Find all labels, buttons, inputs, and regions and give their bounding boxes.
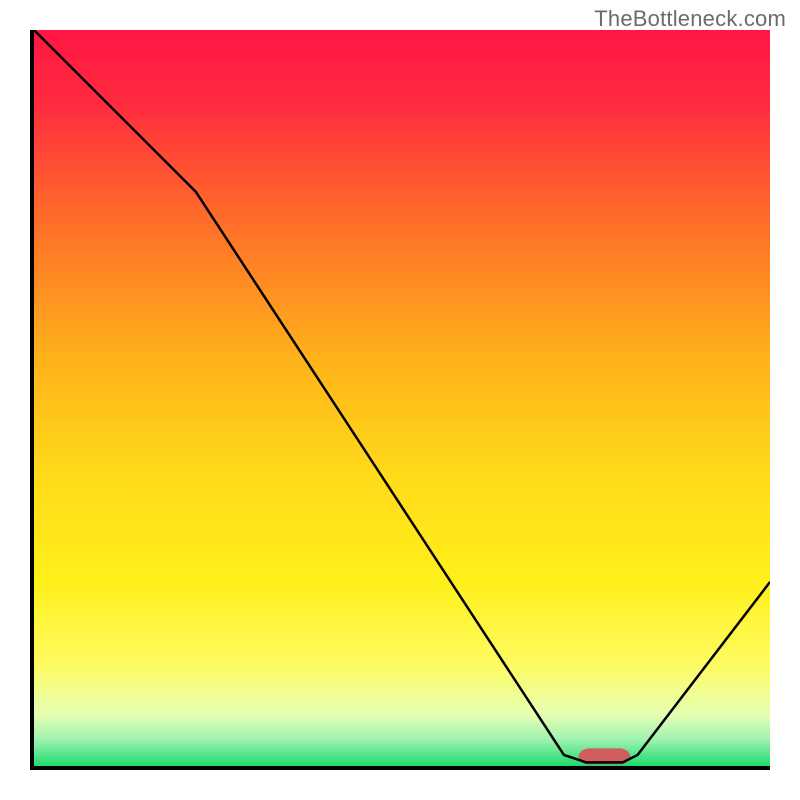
watermark-text: TheBottleneck.com: [594, 6, 786, 32]
chart-plot-area: [34, 30, 770, 766]
chart-svg: [34, 30, 770, 766]
chart-frame: [30, 30, 770, 770]
